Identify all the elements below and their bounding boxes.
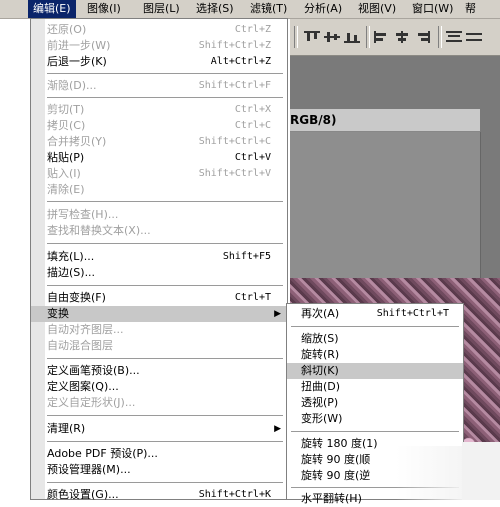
menu-item-copy[interactable]: 拷贝(C) Ctrl+C [31,118,287,134]
menu-separator [47,243,283,244]
submenu-item-distort[interactable]: 扭曲(D) [287,379,463,395]
menu-item-color-settings[interactable]: 颜色设置(G)... Shift+Ctrl+K [31,487,287,503]
options-toolbar [290,19,500,56]
menu-layer[interactable]: 图层(L) [138,0,185,18]
toolbar-separator [294,26,298,48]
menu-separator [291,326,459,327]
document-title[interactable]: RGB/8) [290,109,480,132]
menu-image[interactable]: 图像(I) [82,0,126,18]
distribute-top-icon[interactable] [446,31,462,43]
image-fade-corner [462,442,500,500]
menu-item-auto-align-layers[interactable]: 自动对齐图层... [31,322,287,338]
menu-item-pdf-presets[interactable]: Adobe PDF 预设(P)... [31,446,287,462]
menu-item-paste[interactable]: 粘贴(P) Ctrl+V [31,150,287,166]
menu-item-cut[interactable]: 剪切(T) Ctrl+X [31,102,287,118]
menu-item-define-pattern[interactable]: 定义图案(Q)... [31,379,287,395]
submenu-item-perspective[interactable]: 透视(P) [287,395,463,411]
menu-item-find-replace[interactable]: 查找和替换文本(X)... [31,223,287,239]
submenu-item-warp[interactable]: 变形(W) [287,411,463,427]
menu-separator [47,482,283,483]
align-bottom-icon[interactable] [344,31,360,43]
menu-item-define-brush[interactable]: 定义画笔预设(B)... [31,363,287,379]
menu-separator [47,73,283,74]
align-middle-icon[interactable] [324,31,340,43]
menu-item-fill[interactable]: 填充(L)... Shift+F5 [31,249,287,265]
menu-select[interactable]: 选择(S) [191,0,239,18]
menu-separator [291,431,459,432]
submenu-item-rotate[interactable]: 旋转(R) [287,347,463,363]
edit-menu: 还原(O) Ctrl+Z 前进一步(W) Shift+Ctrl+Z 后退一步(K) A… [30,18,288,503]
menu-item-free-transform[interactable]: 自由变换(F) Ctrl+T [31,290,287,306]
submenu-item-scale[interactable]: 缩放(S) [287,331,463,347]
menu-bar: 编辑(E) 图像(I) 图层(L) 选择(S) 滤镜(T) 分析(A) 视图(V… [0,0,500,19]
menu-separator [47,201,283,202]
menu-item-purge[interactable]: 清理(R) ▶ [31,421,287,437]
align-top-icon[interactable] [304,31,320,43]
distribute-middle-icon[interactable] [466,31,482,43]
menu-filter[interactable]: 滤镜(T) [245,0,292,18]
menu-item-auto-blend-layers[interactable]: 自动混合图层 [31,338,287,354]
menu-item-paste-into[interactable]: 贴入(I) Shift+Ctrl+V [31,166,287,182]
submenu-arrow-icon: ▶ [274,424,281,434]
menu-item-copy-merged[interactable]: 合并拷贝(Y) Shift+Ctrl+C [31,134,287,150]
align-left-icon[interactable] [374,31,390,43]
align-right-icon[interactable] [414,31,430,43]
menu-view[interactable]: 视图(V) [353,0,401,18]
menu-item-preset-manager[interactable]: 预设管理器(M)... [31,462,287,478]
menu-item-fade[interactable]: 渐隐(D)... Shift+Ctrl+F [31,78,287,94]
submenu-item-again[interactable]: 再次(A) Shift+Ctrl+T [287,306,463,322]
submenu-arrow-icon: ▶ [274,309,281,319]
menu-item-step-forward[interactable]: 前进一步(W) Shift+Ctrl+Z [31,38,287,54]
menu-edit[interactable]: 编辑(E) [28,0,76,18]
menu-item-transform[interactable]: 变换 ▶ [31,306,287,322]
align-center-icon[interactable] [394,31,410,43]
menu-separator [47,415,283,416]
menu-separator [47,441,283,442]
menu-item-undo[interactable]: 还原(O) Ctrl+Z [31,22,287,38]
toolbar-separator [438,26,442,48]
menu-separator [47,358,283,359]
menu-item-check-spelling[interactable]: 拼写检查(H)... [31,207,287,223]
menu-separator [47,97,283,98]
menu-item-stroke[interactable]: 描边(S)... [31,265,287,281]
menu-analysis[interactable]: 分析(A) [299,0,347,18]
menu-item-define-custom-shape[interactable]: 定义自定形状(J)... [31,395,287,411]
menu-help[interactable]: 帮 [460,0,481,18]
menu-separator [47,285,283,286]
menu-item-clear[interactable]: 清除(E) [31,182,287,198]
toolbar-separator [366,26,370,48]
image-fade-overlay [396,446,466,500]
menu-item-step-backward[interactable]: 后退一步(K) Alt+Ctrl+Z [31,54,287,70]
submenu-item-skew[interactable]: 斜切(K) [287,363,463,379]
menu-window[interactable]: 窗口(W) [407,0,458,18]
